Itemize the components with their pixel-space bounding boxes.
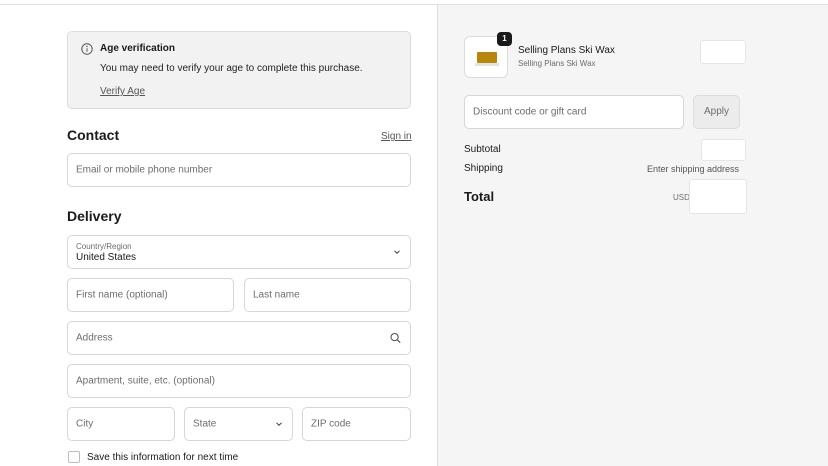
apartment-field[interactable]: Apartment, suite, etc. (optional) [67, 364, 411, 398]
first-name-placeholder: First name (optional) [76, 289, 168, 301]
currency-code: USD [673, 193, 690, 202]
product-subtitle: Selling Plans Ski Wax [518, 59, 596, 68]
delivery-heading: Delivery [67, 208, 122, 224]
last-name-placeholder: Last name [253, 289, 300, 301]
country-select[interactable]: Country/Region United States [67, 235, 411, 269]
total-value [689, 179, 747, 214]
country-value: United States [76, 252, 137, 263]
notice-title: Age verification [100, 43, 176, 54]
chevron-down-icon [276, 422, 282, 427]
last-name-field[interactable]: Last name [244, 278, 411, 312]
sign-in-link[interactable]: Sign in [381, 131, 412, 142]
zip-field[interactable]: ZIP code [302, 407, 411, 441]
quantity-badge: 1 [497, 32, 512, 46]
apartment-placeholder: Apartment, suite, etc. (optional) [76, 375, 215, 387]
save-info-checkbox[interactable] [68, 451, 80, 463]
shipping-value: Enter shipping address [646, 164, 739, 174]
notice-text: You may need to verify your age to compl… [100, 63, 363, 74]
city-placeholder: City [76, 418, 94, 430]
shipping-label: Shipping [464, 163, 503, 174]
discount-placeholder: Discount code or gift card [473, 106, 587, 118]
address-placeholder: Address [76, 332, 113, 344]
save-info-label: Save this information for next time [87, 452, 239, 463]
address-field[interactable]: Address [67, 321, 411, 355]
verify-age-link[interactable]: Verify Age [100, 86, 145, 97]
zip-placeholder: ZIP code [311, 418, 351, 430]
product-price [700, 40, 746, 64]
city-field[interactable]: City [67, 407, 175, 441]
state-placeholder: State [193, 418, 217, 430]
subtotal-label: Subtotal [464, 144, 501, 155]
email-placeholder: Email or mobile phone number [76, 164, 213, 176]
state-select[interactable]: State [184, 407, 293, 441]
product-name: Selling Plans Ski Wax [518, 45, 615, 56]
ski-wax-image [477, 52, 497, 63]
info-icon [81, 43, 93, 55]
age-verification-notice: Age verification You may need to verify … [67, 31, 411, 109]
discount-field[interactable]: Discount code or gift card [464, 95, 684, 129]
apply-button[interactable]: Apply [693, 95, 740, 129]
product-shadow [475, 63, 499, 66]
country-label: Country/Region [76, 242, 132, 251]
contact-heading: Contact [67, 127, 120, 143]
search-icon [390, 332, 401, 344]
email-field[interactable]: Email or mobile phone number [67, 153, 411, 187]
total-label: Total [464, 189, 495, 204]
chevron-down-icon [394, 250, 400, 255]
subtotal-value [701, 139, 746, 161]
first-name-field[interactable]: First name (optional) [67, 278, 234, 312]
